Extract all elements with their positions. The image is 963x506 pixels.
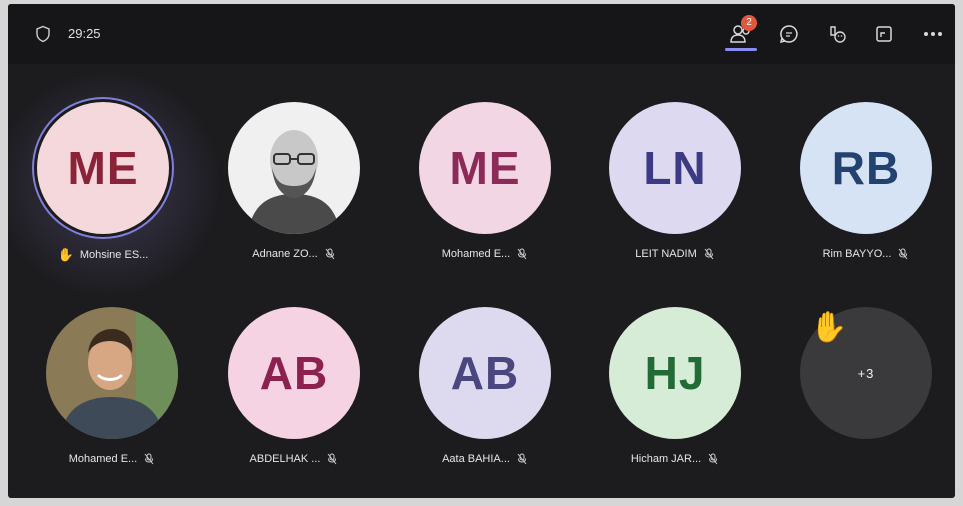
participant-name-row: Rim BAYYO... (779, 248, 953, 260)
participant-tile[interactable]: LN LEIT NADIM (588, 102, 758, 282)
people-active-indicator (725, 48, 757, 51)
avatar-initials: RB (831, 142, 901, 194)
avatar-initials: AB (259, 347, 329, 399)
react-icon (830, 26, 846, 43)
avatar-initials: ME (67, 142, 139, 194)
participant-name-row: ✋ Mohsine ES... (16, 248, 190, 261)
participant-grid: ME ✋ Mohsine ES... Adnane ZO... ME Moham… (8, 64, 955, 498)
chat-icon (779, 25, 798, 44)
avatar: LN (609, 102, 741, 234)
participant-name: Mohamed E... (441, 248, 511, 260)
participant-name-row: Mohamed E... (398, 248, 572, 260)
participant-tile[interactable]: HJ Hicham JAR... (588, 307, 758, 487)
participant-name-row: Aata BAHIA... (398, 453, 572, 465)
participant-name: Mohamed E... (68, 453, 138, 465)
mic-off-icon (144, 453, 154, 465)
participant-tile[interactable]: Adnane ZO... (207, 102, 377, 282)
meeting-toolbar: 29:25 2 (8, 4, 955, 64)
participant-name: Hicham JAR... (630, 453, 702, 465)
avatar-initials: HJ (644, 347, 706, 399)
avatar: AB (419, 307, 551, 439)
avatar-initials: AB (450, 347, 520, 399)
meeting-window: 29:25 2 ME ✋ Mohsine ES... Adnane ZO... … (8, 4, 955, 498)
overflow-participants-tile[interactable]: +3 (779, 307, 949, 487)
participant-name: Adnane ZO... (252, 248, 318, 260)
share-icon (876, 26, 892, 42)
participant-name: Mohsine ES... (79, 248, 149, 261)
avatar-initials: ME (449, 142, 521, 194)
participant-name-row: Adnane ZO... (207, 248, 381, 260)
mic-off-icon (704, 248, 714, 260)
participant-tile[interactable]: AB ABDELHAK ... (207, 307, 377, 487)
participant-name-row: ABDELHAK ... (207, 453, 381, 465)
raised-hand-icon: ✋ (810, 311, 848, 344)
participant-name: ABDELHAK ... (249, 453, 321, 465)
mic-off-icon (899, 248, 908, 260)
meeting-timer: 29:25 (68, 26, 101, 41)
participant-name: Aata BAHIA... (442, 453, 510, 465)
more-options-button[interactable] (919, 20, 947, 48)
share-button[interactable] (870, 20, 898, 48)
shield-icon (36, 25, 50, 43)
profile-photo (228, 102, 360, 234)
participant-name: LEIT NADIM (635, 248, 697, 260)
overflow-count: +3 (857, 365, 875, 381)
participant-name-row: Hicham JAR... (588, 453, 762, 465)
avatar: ME (419, 102, 551, 234)
participant-tile[interactable]: ME ✋ Mohsine ES... (16, 102, 186, 282)
raised-hand-icon: ✋ (57, 247, 74, 262)
participant-tile[interactable]: AB Aata BAHIA... (398, 307, 568, 487)
participant-tile[interactable]: RB Rim BAYYO... (779, 102, 949, 282)
participant-tile[interactable]: Mohamed E... (25, 307, 195, 487)
mic-off-icon (517, 453, 527, 465)
participants-badge: 2 (741, 15, 757, 31)
avatar-initials: LN (643, 142, 707, 194)
avatar: RB (800, 102, 932, 234)
participant-name: Rim BAYYO... (822, 248, 892, 260)
avatar-photo (228, 102, 360, 234)
participant-name-row: LEIT NADIM (588, 248, 762, 260)
mic-off-icon (517, 248, 527, 260)
participant-name-row: Mohamed E... (25, 453, 199, 465)
mic-off-icon (708, 453, 718, 465)
more-icon (924, 32, 942, 36)
react-button[interactable] (823, 20, 851, 48)
chat-button[interactable] (775, 20, 803, 48)
mic-off-icon (328, 453, 337, 465)
profile-photo (46, 307, 178, 439)
avatar-photo (46, 307, 178, 439)
participant-tile[interactable]: ME Mohamed E... (398, 102, 568, 282)
avatar: AB (228, 307, 360, 439)
avatar: ME (37, 102, 169, 234)
mic-off-icon (325, 248, 335, 260)
avatar: HJ (609, 307, 741, 439)
